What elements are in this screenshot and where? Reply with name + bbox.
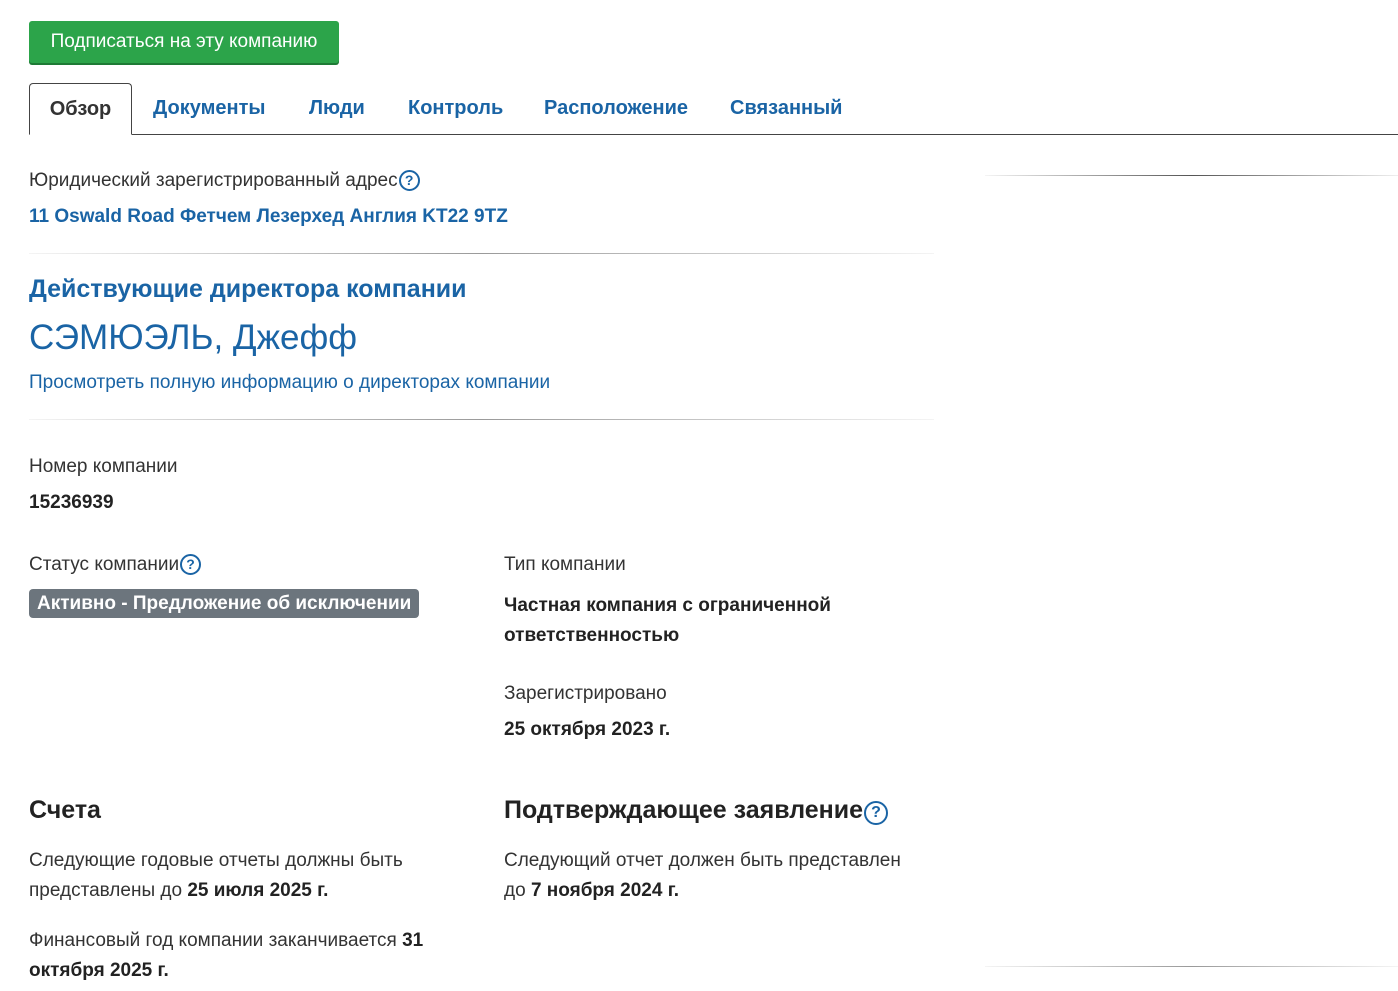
divider [29, 253, 934, 254]
registered-address-value[interactable]: 11 Oswald Road Фетчем Лезерхед Англия KT… [29, 206, 508, 228]
registered-address-label-text: Юридический зарегистрированный адрес [29, 170, 398, 191]
tab-people[interactable]: Люди [309, 83, 365, 134]
accounts-fy-line2: октября 2025 г. [29, 956, 469, 986]
question-circle-icon[interactable]: ? [180, 554, 202, 575]
company-number-label: Номер компании [29, 456, 178, 477]
sidebar-divider [985, 175, 1398, 176]
accounts-fy-date-part1: 31 [402, 930, 424, 951]
company-number-value: 15236939 [29, 492, 114, 513]
tab-location[interactable]: Расположение [544, 83, 688, 134]
follow-company-button[interactable]: Подписаться на эту компанию [29, 21, 339, 63]
tab-control[interactable]: Контроль [408, 83, 503, 134]
incorporated-value: 25 октября 2023 г. [504, 719, 671, 740]
accounts-next-due-text: представлены до [29, 880, 183, 901]
directors-heading: Действующие директора компании [29, 275, 467, 303]
company-type-value: Частная компания с ограниченной ответств… [504, 591, 831, 651]
director-name-link[interactable]: СЭМЮЭЛЬ, Джефф [29, 318, 357, 358]
company-status-label-text: Статус компании [29, 554, 180, 575]
accounts-next-due-line2: представлены до 25 июля 2025 г. [29, 876, 469, 906]
accounts-fy-line1: Финансовый год компании заканчивается 31 [29, 926, 469, 956]
confirmation-text: до [504, 880, 526, 901]
accounts-financial-year: Финансовый год компании заканчивается 31… [29, 926, 469, 986]
confirmation-heading: Подтверждающее заявление? [504, 796, 889, 825]
tab-related[interactable]: Связанный [730, 83, 842, 134]
registered-address-label: Юридический зарегистрированный адрес? [29, 170, 420, 192]
company-status-label: Статус компании? [29, 554, 202, 576]
company-tabs: Обзор Документы Люди Контроль Расположен… [29, 83, 1398, 135]
sidebar-divider [985, 966, 1398, 967]
incorporated-label: Зарегистрировано [504, 683, 667, 704]
accounts-heading: Счета [29, 796, 101, 824]
question-circle-icon[interactable]: ? [864, 801, 889, 825]
confirmation-line2: до 7 ноября 2024 г. [504, 876, 944, 906]
confirmation-next-due: Следующий отчет должен быть представлен … [504, 846, 944, 906]
view-directors-link[interactable]: Просмотреть полную информацию о директор… [29, 372, 550, 394]
question-circle-icon[interactable]: ? [398, 170, 420, 191]
tab-documents[interactable]: Документы [153, 83, 265, 134]
accounts-next-due-date: 25 июля 2025 г. [187, 880, 329, 901]
accounts-fy-text: Финансовый год компании заканчивается [29, 930, 397, 951]
company-type-value-line1: Частная компания с ограниченной [504, 595, 831, 616]
accounts-fy-date-part2: октября 2025 г. [29, 960, 169, 981]
divider [29, 419, 934, 420]
confirmation-heading-text: Подтверждающее заявление [504, 796, 864, 824]
tab-overview[interactable]: Обзор [29, 83, 132, 135]
accounts-next-due: Следующие годовые отчеты должны быть пре… [29, 846, 469, 906]
company-overview-page: Подписаться на эту компанию Обзор Докуме… [0, 0, 1398, 991]
confirmation-date: 7 ноября 2024 г. [530, 880, 679, 901]
company-type-value-line2: ответственностью [504, 625, 680, 646]
status-badge: Активно - Предложение об исключении [29, 589, 420, 618]
accounts-next-due-line1: Следующие годовые отчеты должны быть [29, 850, 403, 871]
confirmation-line1: Следующий отчет должен быть представлен [504, 850, 901, 871]
company-type-label: Тип компании [504, 554, 626, 575]
